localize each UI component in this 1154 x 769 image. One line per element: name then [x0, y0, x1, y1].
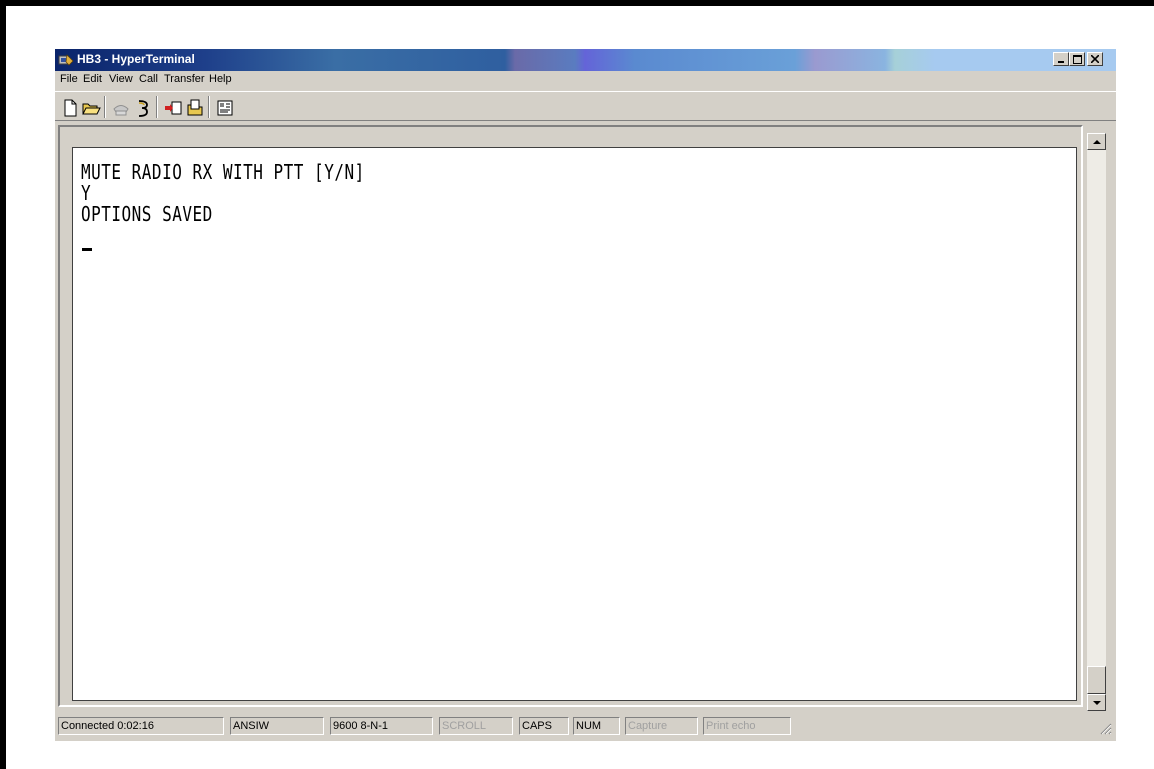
resize-grip-icon[interactable]	[1098, 721, 1112, 735]
hyperterminal-window: HB3 - HyperTerminal File Edit View Call …	[55, 49, 1116, 741]
status-bar: Connected 0:02:16 ANSIW 9600 8-N-1 SCROL…	[55, 713, 1116, 737]
disconnect-phone-icon	[113, 105, 129, 116]
outer-frame-top	[0, 0, 1154, 6]
close-icon	[1091, 55, 1099, 63]
minimize-button[interactable]	[1053, 52, 1069, 66]
connect-phone-icon	[138, 100, 148, 117]
vertical-scrollbar[interactable]	[1087, 133, 1106, 711]
menu-transfer[interactable]: Transfer	[164, 73, 205, 85]
status-num: NUM	[573, 717, 620, 735]
scroll-up-button[interactable]	[1087, 133, 1106, 150]
status-capture: Capture	[625, 717, 698, 735]
send-file-icon	[165, 101, 182, 115]
menu-bar: File Edit View Call Transfer Help	[55, 71, 1116, 90]
close-button[interactable]	[1087, 52, 1103, 66]
maximize-button[interactable]	[1069, 52, 1085, 66]
minimize-icon	[1058, 61, 1064, 63]
menu-edit[interactable]: Edit	[83, 73, 102, 85]
open-button[interactable]	[80, 97, 101, 117]
terminal-screen[interactable]: MUTE RADIO RX WITH PTT [Y/N] Y OPTIONS S…	[72, 147, 1077, 701]
connect-button[interactable]	[132, 97, 152, 117]
status-caps: CAPS	[519, 717, 569, 735]
receive-button[interactable]	[184, 97, 204, 117]
menu-call[interactable]: Call	[139, 73, 158, 85]
toolbar	[55, 91, 1116, 121]
open-folder-icon	[82, 103, 101, 115]
send-button[interactable]	[162, 97, 182, 117]
scroll-down-button[interactable]	[1087, 694, 1106, 711]
terminal-line: OPTIONS SAVED	[81, 202, 213, 226]
new-file-icon	[64, 99, 77, 117]
receive-file-icon	[187, 99, 203, 116]
toolbar-separator	[156, 96, 158, 118]
arrow-up-icon	[1092, 139, 1101, 144]
status-scroll: SCROLL	[439, 717, 513, 735]
status-print-echo: Print echo	[703, 717, 791, 735]
new-connection-button[interactable]	[59, 97, 79, 117]
text-cursor	[82, 248, 92, 251]
toolbar-separator	[208, 96, 210, 118]
status-emulation: ANSIW	[230, 717, 324, 735]
menu-view[interactable]: View	[109, 73, 133, 85]
window-title: HB3 - HyperTerminal	[77, 52, 195, 66]
menu-help[interactable]: Help	[209, 73, 232, 85]
toolbar-separator	[104, 96, 106, 118]
hyperterminal-app-icon[interactable]	[58, 52, 74, 68]
scroll-thumb[interactable]	[1087, 666, 1106, 694]
arrow-down-icon	[1092, 700, 1101, 705]
menu-file[interactable]: File	[60, 73, 78, 85]
properties-icon	[217, 100, 233, 116]
status-connection: Connected 0:02:16	[58, 717, 224, 735]
maximize-icon	[1072, 54, 1082, 64]
terminal-line: MUTE RADIO RX WITH PTT [Y/N]	[81, 160, 365, 184]
status-port-settings: 9600 8-N-1	[330, 717, 433, 735]
outer-frame-left	[0, 0, 6, 769]
disconnect-button[interactable]	[110, 97, 130, 117]
title-bar[interactable]: HB3 - HyperTerminal	[55, 49, 1116, 71]
properties-button[interactable]	[214, 97, 234, 117]
